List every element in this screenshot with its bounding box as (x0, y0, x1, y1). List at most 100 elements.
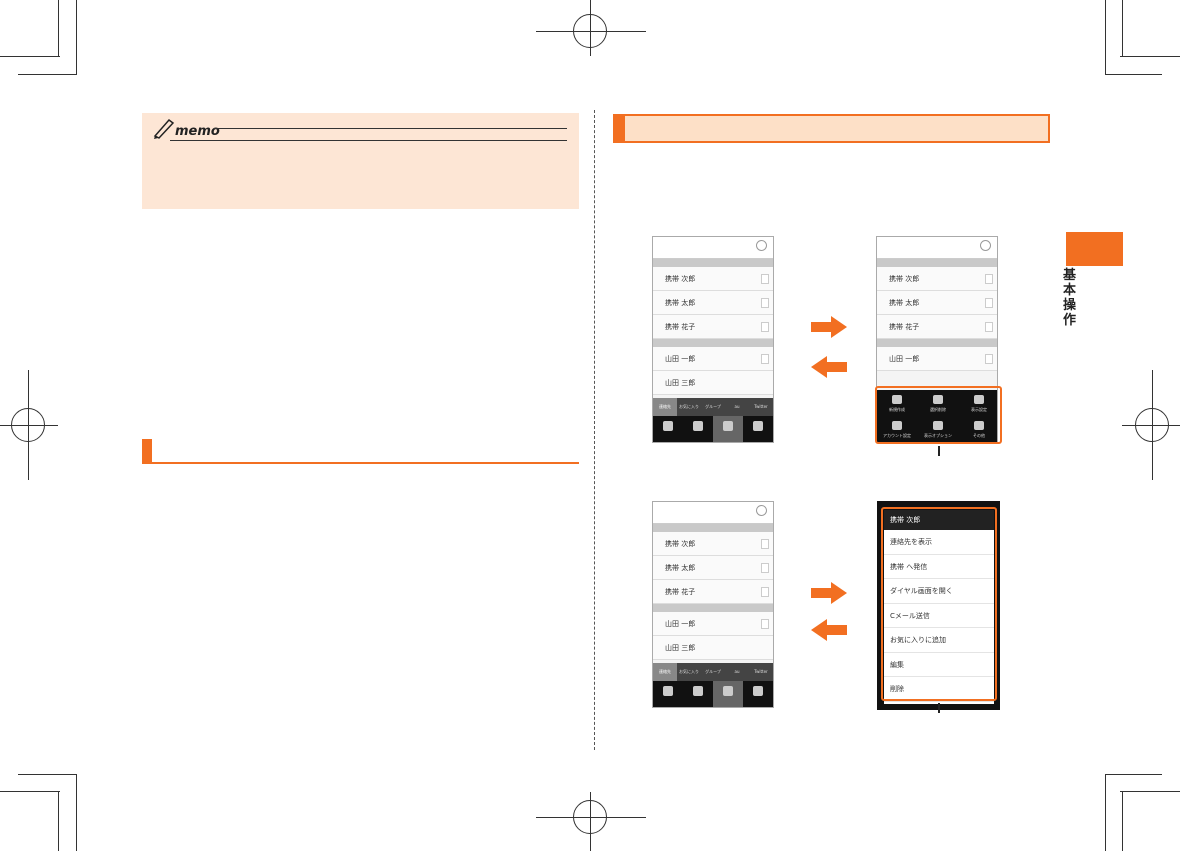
search-field[interactable] (653, 502, 773, 524)
contacts-icon (723, 421, 733, 431)
search-icon (756, 505, 767, 516)
search-icon (756, 240, 767, 251)
crop-mark (1122, 0, 1123, 57)
list-item[interactable]: 山田 一郎 (653, 347, 773, 371)
phone-screen-contacts: 携帯 次郎 携帯 太郎 携帯 花子 山田 一郎 山田 三郎 連絡先 お気に入り … (652, 236, 774, 443)
list-item[interactable]: 山田 一郎 (653, 612, 773, 636)
tab-au[interactable]: au (725, 663, 749, 681)
crop-mark (76, 0, 77, 75)
search-field[interactable] (653, 237, 773, 259)
index-button (985, 322, 993, 332)
search-field[interactable] (877, 237, 997, 259)
bottom-bar (653, 681, 773, 707)
tab-twitter[interactable]: Twitter (749, 663, 773, 681)
tab-bar: 連絡先 お気に入り グループ au Twitter (653, 663, 773, 681)
list-item[interactable]: 携帯 次郎 (877, 267, 997, 291)
crop-mark (1122, 791, 1123, 851)
column-divider (594, 110, 595, 750)
arrow-right-icon (811, 582, 847, 604)
tab-contacts[interactable]: 連絡先 (653, 663, 677, 681)
memo-label: memo (175, 124, 220, 139)
index-button (985, 274, 993, 284)
registration-mark (0, 425, 58, 426)
crop-mark (0, 56, 60, 57)
crop-mark (18, 74, 76, 75)
index-button (985, 298, 993, 308)
tab-twitter[interactable]: Twitter (749, 398, 773, 416)
tab-bar: 連絡先 お気に入り グループ au Twitter (653, 398, 773, 416)
history-button[interactable] (683, 681, 713, 707)
history-button[interactable] (683, 416, 713, 442)
menu-highlight (875, 386, 1002, 444)
registration-mark (536, 817, 646, 818)
list-item[interactable]: 携帯 次郎 (653, 532, 773, 556)
profile-button[interactable] (743, 416, 773, 442)
section-header (613, 114, 1050, 143)
crop-mark (18, 774, 76, 775)
arrow-left-icon (811, 356, 847, 378)
index-bar (653, 339, 773, 347)
contacts-button[interactable] (713, 681, 743, 707)
list-item[interactable]: 携帯 花子 (653, 315, 773, 339)
arrow-right-icon (811, 316, 847, 338)
list-item[interactable]: 山田 三郎 (653, 371, 773, 395)
callout-line (938, 446, 940, 456)
contacts-icon (723, 686, 733, 696)
list-item[interactable]: 携帯 花子 (877, 315, 997, 339)
registration-mark (1122, 425, 1180, 426)
tab-favorites[interactable]: お気に入り (677, 663, 701, 681)
index-button (761, 563, 769, 573)
list-item[interactable]: 携帯 次郎 (653, 267, 773, 291)
phone-icon (663, 686, 673, 696)
phone-button[interactable] (653, 416, 683, 442)
profile-button[interactable] (743, 681, 773, 707)
index-bar (653, 524, 773, 532)
index-button (761, 619, 769, 629)
index-button (761, 587, 769, 597)
list-item[interactable]: 山田 一郎 (877, 347, 997, 371)
list-item[interactable]: 携帯 太郎 (653, 291, 773, 315)
index-button (985, 354, 993, 364)
index-button (761, 322, 769, 332)
crop-mark (1105, 74, 1162, 75)
list-item[interactable]: 携帯 太郎 (653, 556, 773, 580)
list-item[interactable]: 山田 三郎 (653, 636, 773, 660)
arrow-left-icon (811, 619, 847, 641)
person-icon (753, 421, 763, 431)
phone-button[interactable] (653, 681, 683, 707)
registration-mark (1152, 370, 1153, 480)
tab-groups[interactable]: グループ (701, 663, 725, 681)
list-item[interactable]: 携帯 花子 (653, 580, 773, 604)
index-button (761, 274, 769, 284)
tab-favorites[interactable]: お気に入り (677, 398, 701, 416)
crop-mark (1120, 56, 1180, 57)
crop-mark (58, 791, 59, 851)
index-bar (877, 259, 997, 267)
tab-contacts[interactable]: 連絡先 (653, 398, 677, 416)
crop-mark (1105, 0, 1106, 75)
memo-rule (170, 140, 567, 141)
crop-mark (1105, 774, 1106, 851)
crop-mark (76, 774, 77, 851)
crop-mark (58, 0, 59, 57)
contacts-button[interactable] (713, 416, 743, 442)
section-underline (142, 462, 579, 464)
crop-mark (1105, 774, 1162, 775)
clock-icon (693, 686, 703, 696)
crop-mark (1120, 791, 1180, 792)
registration-mark (590, 792, 591, 851)
index-button (761, 539, 769, 549)
index-bar (653, 259, 773, 267)
list-item[interactable]: 携帯 太郎 (877, 291, 997, 315)
crop-mark (0, 791, 60, 792)
chapter-tab (1066, 232, 1123, 266)
registration-mark (536, 31, 646, 32)
index-button (761, 354, 769, 364)
bottom-bar (653, 416, 773, 442)
tab-groups[interactable]: グループ (701, 398, 725, 416)
registration-mark (590, 0, 591, 56)
tab-au[interactable]: au (725, 398, 749, 416)
section-marker (613, 114, 625, 143)
index-button (761, 298, 769, 308)
context-menu-highlight (881, 507, 997, 701)
